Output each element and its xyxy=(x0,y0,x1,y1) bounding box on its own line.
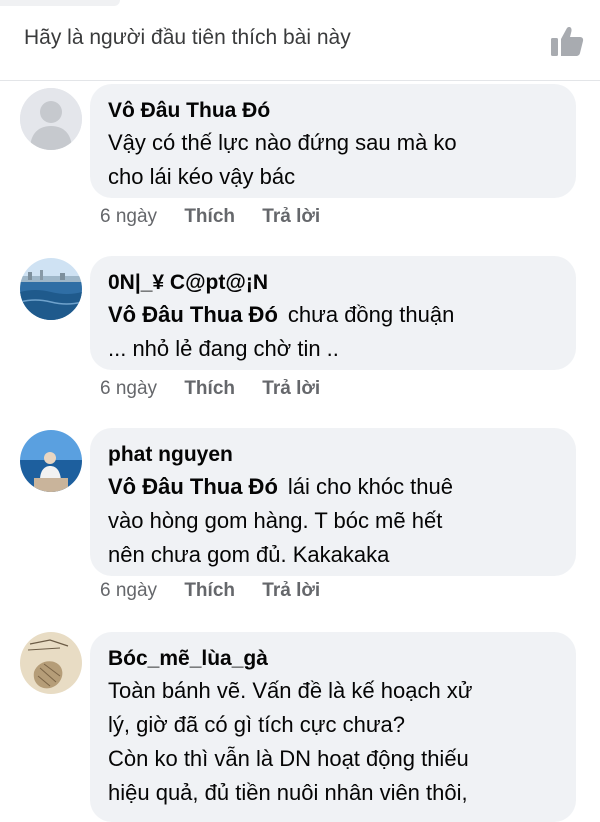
scroll-strip xyxy=(0,0,120,6)
comment-line: vào hòng gom hàng. T bóc mẽ hết xyxy=(108,508,443,533)
first-like-text: Hãy là người đầu tiên thích bài này xyxy=(24,26,351,49)
comment-line: Còn ko thì vẫn là DN hoạt động thiếu xyxy=(108,746,469,771)
comment-actions: 6 ngày Thích Trả lời xyxy=(100,378,342,400)
likes-header: Hãy là người đầu tiên thích bài này xyxy=(0,0,600,81)
like-link[interactable]: Thích xyxy=(184,206,235,227)
comment-line: chưa đồng thuận xyxy=(287,302,455,327)
comment-line: lái cho khóc thuê xyxy=(287,474,453,499)
reply-link[interactable]: Trả lời xyxy=(262,580,320,601)
comment-line: ... nhỏ lẻ đang chờ tin .. xyxy=(108,336,339,361)
person-by-sea-avatar[interactable] xyxy=(20,430,82,492)
comment-author[interactable]: Bóc_mẽ_lùa_gà xyxy=(108,644,558,674)
comment-line-first: Vô Đâu Thua Đó chưa đồng thuận xyxy=(108,298,558,332)
comment-bubble: Vô Đâu Thua Đó Vậy có thế lực nào đứng s… xyxy=(90,84,576,198)
comment-actions: 6 ngày Thích Trả lời xyxy=(100,206,342,228)
comment-line: Vậy có thế lực nào đứng sau mà ko xyxy=(108,130,457,155)
comment-bubble: Bóc_mẽ_lùa_gà Toàn bánh vẽ. Vấn đề là kế… xyxy=(90,632,576,822)
sketch-drawing-avatar[interactable] xyxy=(20,632,82,694)
comment-bubble: 0N|_¥ C@pt@¡N Vô Đâu Thua Đó chưa đồng th… xyxy=(90,256,576,370)
reply-link[interactable]: Trả lời xyxy=(262,378,320,399)
comment-line: Toàn bánh vẽ. Vấn đề là kế hoạch xử xyxy=(108,678,473,703)
comment-line: lý, giờ đã có gì tích cực chưa? xyxy=(108,712,406,737)
comment-line: cho lái kéo vậy bác xyxy=(108,164,296,189)
default-profile-icon[interactable] xyxy=(20,88,82,150)
mention-link[interactable]: Vô Đâu Thua Đó xyxy=(108,474,278,499)
mention-link[interactable]: Vô Đâu Thua Đó xyxy=(108,302,278,327)
comment-author[interactable]: Vô Đâu Thua Đó xyxy=(108,96,558,126)
like-link[interactable]: Thích xyxy=(184,378,235,399)
comment-author[interactable]: 0N|_¥ C@pt@¡N xyxy=(108,268,558,298)
comment-time: 6 ngày xyxy=(100,378,158,399)
comment-bubble: phat nguyen Vô Đâu Thua Đó lái cho khóc t… xyxy=(90,428,576,576)
comment-time: 6 ngày xyxy=(100,206,158,227)
sea-landscape-avatar[interactable] xyxy=(20,258,82,320)
reply-link[interactable]: Trả lời xyxy=(262,206,320,227)
comment-time: 6 ngày xyxy=(100,580,158,601)
comment-line: hiệu quả, đủ tiền nuôi nhân viên thôi, xyxy=(108,780,468,805)
comment-line-first: Vô Đâu Thua Đó lái cho khóc thuê xyxy=(108,470,558,504)
comment-actions: 6 ngày Thích Trả lời xyxy=(100,580,342,602)
like-link[interactable]: Thích xyxy=(184,580,235,601)
comment-line: nên chưa gom đủ. Kakakaka xyxy=(108,542,390,567)
comment-author[interactable]: phat nguyen xyxy=(108,440,558,470)
thumbs-up-icon[interactable] xyxy=(548,22,586,60)
